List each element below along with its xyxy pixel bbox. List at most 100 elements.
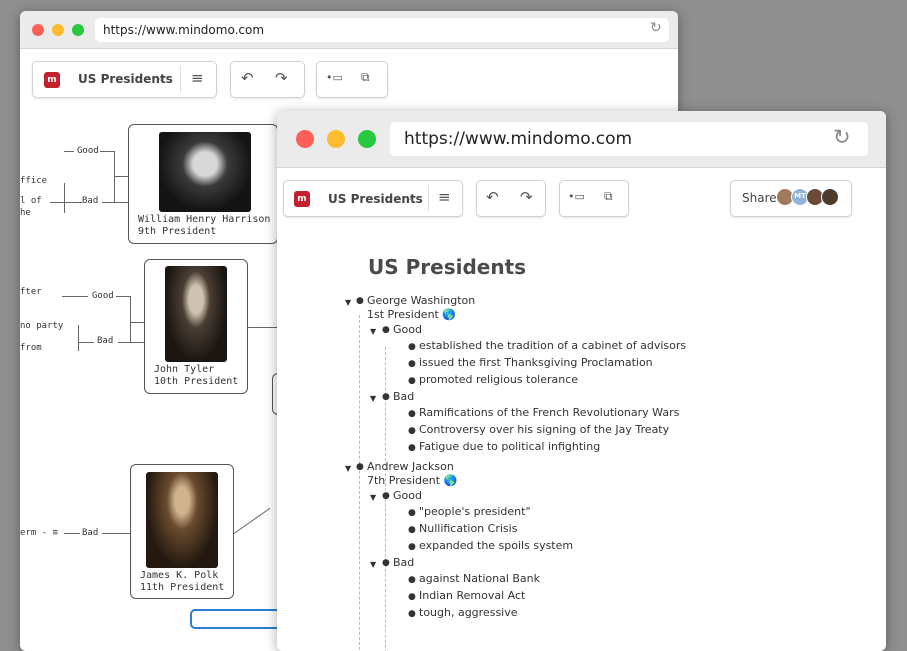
redo-icon[interactable]: ↷ (520, 188, 533, 206)
node-subtitle: 10th President (154, 376, 239, 387)
reload-icon[interactable]: ↻ (833, 125, 851, 149)
list-item[interactable]: Fatigue due to political infighting (419, 439, 600, 455)
connector-line (114, 176, 128, 177)
tree-guide-line (359, 315, 360, 651)
front-title-bar: https://www.mindomo.com ↻ (277, 111, 886, 168)
add-topic-icon[interactable]: •▭ (326, 71, 343, 84)
collapse-toggle-icon[interactable]: ▼ (345, 464, 351, 473)
chevron-down-icon[interactable]: ⌵ (157, 71, 165, 85)
fragment-text: erm - ≡ (20, 528, 58, 538)
topic-good[interactable]: Good (393, 322, 422, 338)
connector-line (130, 296, 131, 342)
map-title-toolbar: m US Presidents ⌵ ≡ (32, 61, 217, 98)
address-text: https://www.mindomo.com (404, 129, 633, 149)
collapse-toggle-icon[interactable]: ▼ (370, 394, 376, 403)
connector-line (62, 296, 88, 297)
node-name: James K. Polk (140, 570, 219, 581)
tree-guide-line (385, 513, 386, 651)
collapse-toggle-icon[interactable]: ▼ (370, 560, 376, 569)
connector-line (100, 151, 114, 152)
list-item[interactable]: Ramifications of the French Revolutionar… (419, 405, 679, 421)
node-name: William Henry Harrison (138, 214, 271, 225)
fragment-text: he (20, 208, 31, 218)
topic-subtitle[interactable]: 7th President 🌎 (367, 473, 457, 489)
list-item[interactable]: against National Bank (419, 571, 540, 587)
maximize-window-button[interactable] (72, 24, 84, 36)
redo-icon[interactable]: ↷ (275, 69, 288, 87)
list-item[interactable]: tough, aggressive (419, 605, 518, 621)
connector-line (64, 151, 74, 152)
mindomo-logo-icon[interactable]: m (44, 72, 60, 88)
bullet-icon: ● (356, 296, 364, 306)
mindomo-logo-icon[interactable]: m (294, 191, 310, 207)
minimize-window-button[interactable] (327, 130, 345, 148)
add-subtopic-icon[interactable]: ⧉ (361, 70, 370, 85)
president-node[interactable]: William Henry Harrison 9th President (128, 124, 278, 244)
undo-redo-toolbar: ↶ ↷ (476, 180, 546, 217)
connector-line (248, 327, 278, 328)
bullet-icon: ● (382, 558, 390, 568)
menu-icon[interactable]: ≡ (438, 188, 451, 206)
selected-node[interactable] (190, 609, 290, 629)
bullet-icon: ● (382, 325, 390, 335)
collapse-toggle-icon[interactable]: ▼ (345, 298, 351, 307)
minimize-window-button[interactable] (52, 24, 64, 36)
list-item[interactable]: "people's president" (419, 504, 531, 520)
map-title-toolbar: m US Presidents ⌵ ≡ (283, 180, 463, 217)
president-node[interactable]: James K. Polk 11th President (130, 464, 234, 599)
connector-line (102, 533, 130, 534)
fragment-text: no party (20, 321, 64, 331)
list-item[interactable]: promoted religious tolerance (419, 372, 578, 388)
close-window-button[interactable] (32, 24, 44, 36)
branch-label-bad[interactable]: Bad (97, 336, 113, 346)
collapse-toggle-icon[interactable]: ▼ (370, 493, 376, 502)
maximize-window-button[interactable] (358, 130, 376, 148)
connector-line (78, 325, 79, 351)
chevron-down-icon[interactable]: ⌵ (406, 190, 414, 204)
fragment-text: ffice (20, 176, 48, 186)
list-item[interactable]: expanded the spoils system (419, 538, 573, 554)
topic-bad[interactable]: Bad (393, 389, 414, 405)
topic-bad[interactable]: Bad (393, 555, 414, 571)
president-node[interactable]: John Tyler 10th President (144, 259, 248, 394)
list-item[interactable]: Indian Removal Act (419, 588, 525, 604)
connector-line (130, 322, 144, 323)
portrait-image (159, 132, 251, 212)
add-subtopic-icon[interactable]: ⧉ (604, 189, 613, 204)
fragment-text: l of (20, 196, 42, 206)
branch-label-good[interactable]: Good (77, 146, 99, 156)
list-item[interactable]: Nullification Crisis (419, 521, 517, 537)
list-item[interactable]: Controversy over his signing of the Jay … (419, 422, 669, 438)
branch-label-good[interactable]: Good (92, 291, 114, 301)
menu-icon[interactable]: ≡ (191, 69, 204, 87)
share-button[interactable]: Share (742, 191, 777, 205)
topic-good[interactable]: Good (393, 488, 422, 504)
collapse-toggle-icon[interactable]: ▼ (370, 327, 376, 336)
bullet-icon: ● (382, 491, 390, 501)
collaborator-avatar[interactable] (821, 188, 839, 206)
connector-line (114, 151, 115, 203)
branch-label-bad[interactable]: Bad (82, 528, 98, 538)
add-topic-icon[interactable]: •▭ (568, 190, 585, 203)
branch-label-bad[interactable]: Bad (82, 196, 98, 206)
bullet-icon: ● (382, 392, 390, 402)
connector-line (78, 342, 94, 343)
connector-line (64, 183, 65, 213)
undo-icon[interactable]: ↶ (486, 188, 499, 206)
node-subtitle: 11th President (140, 582, 225, 593)
topic-subtitle[interactable]: 1st President 🌎 (367, 307, 456, 323)
connector-line (233, 507, 271, 534)
address-bar[interactable]: https://www.mindomo.com (390, 122, 868, 156)
undo-icon[interactable]: ↶ (241, 69, 254, 87)
list-item[interactable]: established the tradition of a cabinet o… (419, 338, 686, 354)
close-window-button[interactable] (296, 130, 314, 148)
node-name: John Tyler (154, 364, 215, 375)
list-item[interactable]: issued the first Thanksgiving Proclamati… (419, 355, 653, 371)
reload-icon[interactable]: ↻ (650, 20, 662, 36)
address-bar[interactable]: https://www.mindomo.com (95, 18, 669, 42)
fragment-text: fter (20, 287, 42, 297)
front-browser-window: https://www.mindomo.com ↻ m US President… (277, 111, 886, 651)
address-text: https://www.mindomo.com (103, 23, 265, 37)
bullet-icon: ● (356, 462, 364, 472)
topic-toolbar: •▭ ⧉ (316, 61, 388, 98)
